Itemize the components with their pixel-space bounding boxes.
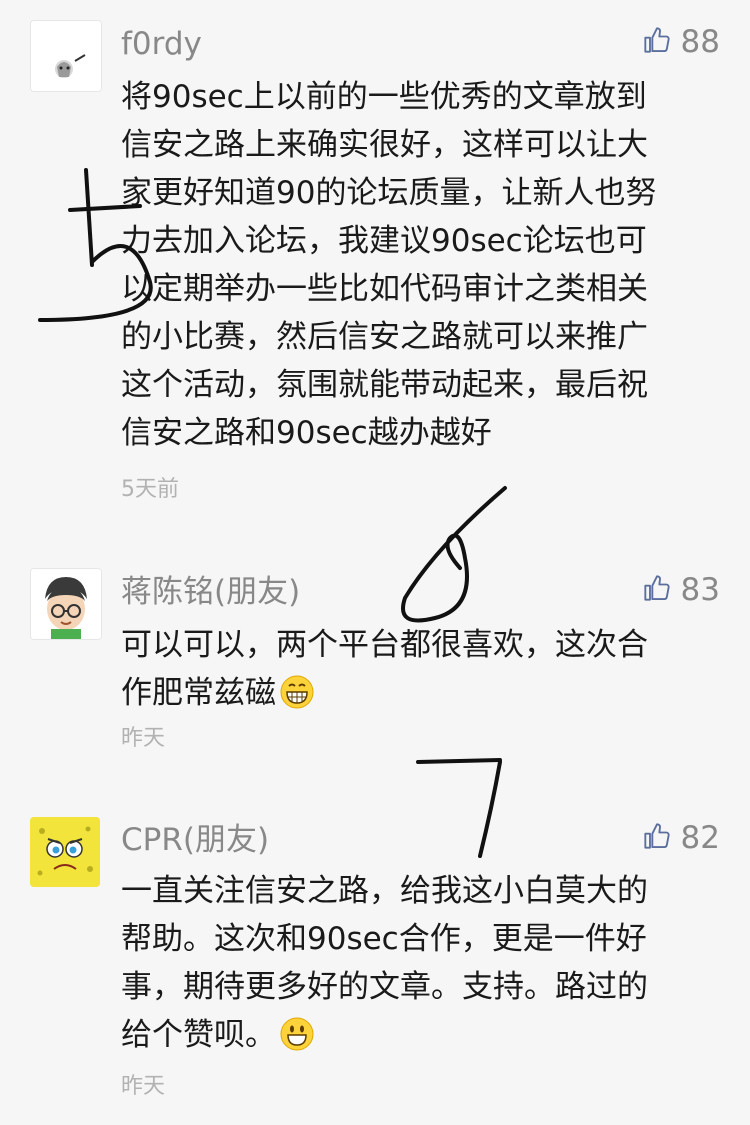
like-button[interactable]: 82 bbox=[643, 818, 720, 858]
comment-line: 力去加入论坛，我建议90sec论坛也可 bbox=[121, 223, 647, 259]
comment-text: 一直关注信安之路，给我这小白莫大的 帮助。这次和90sec合作，更是一件好 事，… bbox=[121, 867, 721, 1065]
thumbs-up-icon bbox=[643, 574, 671, 606]
handwritten-mark-8 bbox=[401, 486, 507, 623]
thumbs-up-icon bbox=[643, 822, 671, 854]
smiling-emoji-icon bbox=[280, 1017, 314, 1065]
comment-timestamp: 昨天 bbox=[121, 1074, 166, 1099]
comment-line: 将90sec上以前的一些优秀的文章放到 bbox=[121, 79, 647, 115]
like-count: 83 bbox=[680, 572, 720, 608]
comment-line: 帮助。这次和90sec合作，更是一件好 bbox=[121, 921, 647, 957]
handwritten-mark-7 bbox=[416, 758, 502, 858]
comment-line: 这个活动，氛围就能带动起来，最后祝 bbox=[121, 367, 648, 403]
like-button[interactable]: 83 bbox=[643, 570, 720, 610]
like-count: 82 bbox=[680, 820, 720, 856]
avatar[interactable] bbox=[30, 20, 102, 92]
commenter-name[interactable]: CPR(朋友) bbox=[121, 820, 269, 860]
avatar[interactable] bbox=[30, 568, 102, 640]
commenter-name[interactable]: f0rdy bbox=[121, 24, 202, 64]
comment-line: 的小比赛，然后信安之路就可以来推广 bbox=[121, 319, 648, 355]
like-count: 88 bbox=[680, 24, 720, 60]
comment-timestamp: 5天前 bbox=[121, 477, 179, 502]
comment-line: 给个赞呗。 bbox=[121, 1011, 721, 1065]
comment-text: 将90sec上以前的一些优秀的文章放到 信安之路上来确实很好，这样可以让大 家更… bbox=[121, 73, 721, 457]
comment-line: 一直关注信安之路，给我这小白莫大的 bbox=[121, 873, 648, 909]
grinning-emoji-icon bbox=[280, 675, 314, 723]
comment-line: 作肥常兹磁 bbox=[121, 669, 721, 723]
comment-timestamp: 昨天 bbox=[121, 726, 166, 751]
comment-line: 家更好知道90的论坛质量，让新人也努 bbox=[121, 175, 657, 211]
comment-line: 信安之路和90sec越办越好 bbox=[121, 415, 492, 451]
comment-line: 可以可以，两个平台都很喜欢，这次合 bbox=[121, 627, 648, 663]
avatar[interactable] bbox=[30, 817, 100, 887]
thumbs-up-icon bbox=[643, 26, 671, 58]
like-button[interactable]: 88 bbox=[643, 22, 720, 62]
comment-line: 信安之路上来确实很好，这样可以让大 bbox=[121, 127, 648, 163]
comment-line: 以定期举办一些比如代码审计之类相关 bbox=[121, 271, 648, 307]
comment-line: 事，期待更多好的文章。支持。路过的 bbox=[121, 969, 648, 1005]
comment-line-text: 给个赞呗。 bbox=[121, 1017, 276, 1053]
comment-text: 可以可以，两个平台都很喜欢，这次合 作肥常兹磁 bbox=[121, 621, 721, 723]
comment-line-text: 作肥常兹磁 bbox=[121, 675, 276, 711]
commenter-name[interactable]: 蒋陈铭(朋友) bbox=[121, 572, 300, 612]
